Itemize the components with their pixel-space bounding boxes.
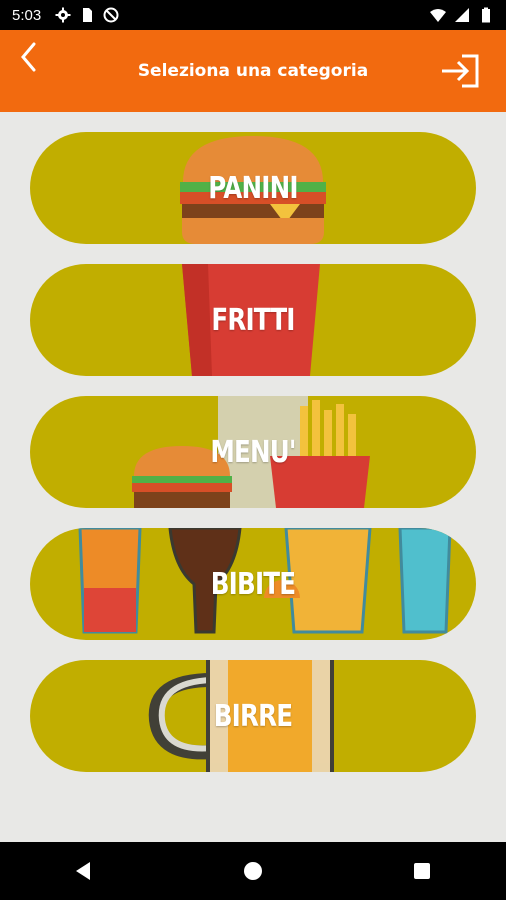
back-triangle-icon[interactable] xyxy=(72,859,96,883)
status-bar: 5:03 xyxy=(0,0,506,30)
category-bibite-button[interactable]: BIBITE xyxy=(30,528,476,640)
category-birre-button[interactable]: BIRRE xyxy=(30,660,476,772)
settings-icon xyxy=(55,7,71,23)
category-label: MENU' xyxy=(210,434,296,470)
category-menu-button[interactable]: MENU' xyxy=(30,396,476,508)
category-label: PANINI xyxy=(208,170,298,206)
category-panini-button[interactable]: PANINI xyxy=(30,132,476,244)
category-list: PANINI FRITTI MENU' BIBITE BIRRE xyxy=(0,112,506,842)
sim-card-icon xyxy=(83,8,93,22)
recents-square-icon[interactable] xyxy=(410,859,434,883)
page-title: Seleziona una categoria xyxy=(137,61,369,81)
category-label: BIBITE xyxy=(210,566,296,602)
category-fritti-button[interactable]: FRITTI xyxy=(30,264,476,376)
system-nav-bar xyxy=(0,842,506,900)
logout-arrow-icon[interactable] xyxy=(440,54,480,88)
app-bar: Seleziona una categoria xyxy=(0,30,506,112)
category-label: FRITTI xyxy=(211,302,295,338)
do-not-disturb-icon xyxy=(103,7,119,23)
category-label: BIRRE xyxy=(213,698,293,734)
home-circle-icon[interactable] xyxy=(241,859,265,883)
status-time: 5:03 xyxy=(12,6,42,24)
battery-icon xyxy=(482,7,490,23)
chevron-left-icon[interactable] xyxy=(14,40,44,74)
wifi-icon xyxy=(430,9,446,22)
signal-icon xyxy=(455,8,469,22)
